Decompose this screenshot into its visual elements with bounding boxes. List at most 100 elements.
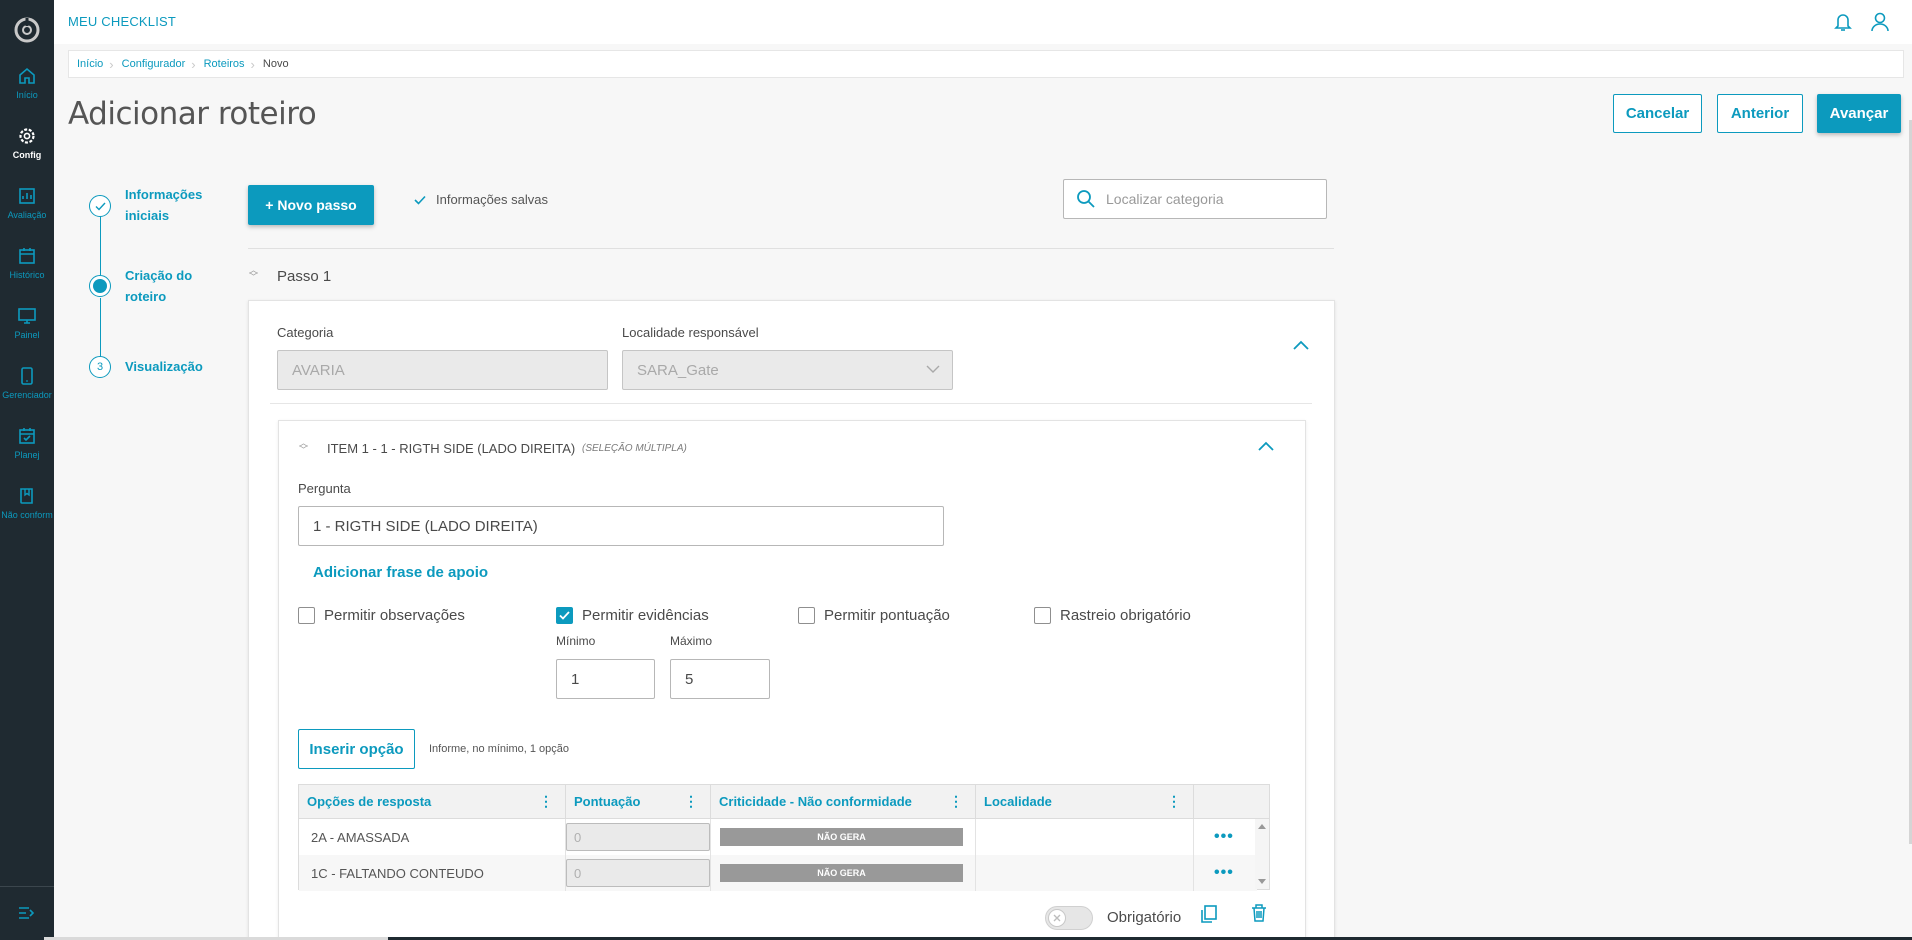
column-header-options[interactable]: Opções de resposta ⋮ <box>299 785 566 819</box>
chevron-down-icon <box>926 365 940 373</box>
divider <box>270 403 1312 404</box>
step-label-informacoes-iniciais[interactable]: Informações iniciais <box>125 184 215 226</box>
table-row: 2A - AMASSADA 0 NÃO GERA ••• <box>299 819 1257 855</box>
table-scrollbar[interactable] <box>1255 819 1269 889</box>
saved-status-text: Informações salvas <box>436 192 548 207</box>
column-menu-icon[interactable]: ⋮ <box>539 793 553 810</box>
monitor-icon <box>18 308 36 324</box>
search-icon <box>1077 190 1095 208</box>
column-header-criticality[interactable]: Criticidade - Não conformidade ⋮ <box>711 785 976 819</box>
checkbox-box[interactable] <box>298 607 315 624</box>
mandatory-tracking-checkbox[interactable]: Rastreio obrigatório <box>1034 607 1191 624</box>
insert-option-hint: Informe, no mínimo, 1 opção <box>429 743 570 755</box>
step-reorder-handle[interactable]: ︿ ﹀ <box>249 266 259 282</box>
score-input: 0 <box>566 823 710 851</box>
location-cell <box>976 855 1194 891</box>
sidebar-item-inicio[interactable]: Início <box>0 66 54 122</box>
close-icon <box>1053 914 1061 922</box>
checkbox-label: Permitir pontuação <box>824 607 950 624</box>
collapse-step-chevron-icon[interactable] <box>1293 340 1309 350</box>
checkbox-box[interactable] <box>556 607 573 624</box>
question-input[interactable]: 1 - RIGTH SIDE (LADO DIREITA) <box>298 506 944 546</box>
chevron-down-icon: ﹀ <box>299 445 309 455</box>
category-search[interactable] <box>1063 179 1327 219</box>
required-toggle[interactable] <box>1045 906 1093 930</box>
book-icon <box>20 488 33 504</box>
user-profile-icon[interactable] <box>1870 11 1890 33</box>
sidebar-item-label: Não conform <box>1 510 53 520</box>
checkbox-label: Permitir observações <box>324 607 465 624</box>
menu-collapse-icon[interactable] <box>17 905 37 921</box>
location-select: SARA_Gate <box>622 350 953 390</box>
breadcrumb-separator: › <box>109 56 114 72</box>
allow-evidence-checkbox[interactable]: Permitir evidências <box>556 607 709 624</box>
sidebar-item-label: Histórico <box>9 270 45 280</box>
column-menu-icon[interactable]: ⋮ <box>1167 793 1181 810</box>
stepper-line <box>100 216 101 275</box>
more-actions-icon[interactable]: ••• <box>1214 828 1234 846</box>
breadcrumb-roteiros[interactable]: Roteiros <box>204 58 245 70</box>
location-cell <box>976 819 1194 855</box>
collapse-item-chevron-icon[interactable] <box>1258 441 1274 451</box>
category-search-input[interactable] <box>1106 191 1306 207</box>
step-label-criacao-roteiro[interactable]: Criação do roteiro <box>125 265 215 307</box>
breadcrumb: Início › Configurador › Roteiros › Novo <box>68 50 1904 78</box>
more-actions-icon[interactable]: ••• <box>1214 864 1234 882</box>
score-cell: 0 <box>566 855 711 891</box>
row-actions-cell: ••• <box>1194 855 1257 891</box>
column-header-location[interactable]: Localidade ⋮ <box>976 785 1194 819</box>
answer-options-table: Opções de resposta ⋮ Pontuação ⋮ Critici… <box>298 784 1270 891</box>
duplicate-icon[interactable] <box>1200 904 1218 924</box>
sidebar-item-planej[interactable]: Planej <box>0 426 54 482</box>
min-input[interactable]: 1 <box>556 659 655 699</box>
checkbox-label: Permitir evidências <box>582 607 709 624</box>
add-support-phrase-link[interactable]: Adicionar frase de apoio <box>313 564 488 581</box>
column-header-score[interactable]: Pontuação ⋮ <box>566 785 711 819</box>
calendar-icon <box>19 248 35 264</box>
app-title: MEU CHECKLIST <box>68 14 177 29</box>
sidebar-item-historico[interactable]: Histórico <box>0 246 54 302</box>
location-select-value: SARA_Gate <box>637 361 719 379</box>
max-input[interactable]: 5 <box>670 659 770 699</box>
step-active-indicator[interactable] <box>89 275 111 297</box>
step-label-visualizacao[interactable]: Visualização <box>125 356 215 377</box>
divider <box>248 248 1334 249</box>
breadcrumb-inicio[interactable]: Início <box>77 58 103 70</box>
checkbox-box[interactable] <box>798 607 815 624</box>
cancel-button[interactable]: Cancelar <box>1613 94 1702 133</box>
new-step-button[interactable]: + Novo passo <box>248 185 374 225</box>
check-icon <box>95 202 106 211</box>
step-done-indicator[interactable] <box>89 195 111 217</box>
delete-trash-icon[interactable] <box>1250 903 1268 923</box>
notification-bell-icon[interactable] <box>1834 12 1852 32</box>
sidebar-item-config[interactable]: Config <box>0 126 54 182</box>
next-button[interactable]: Avançar <box>1817 94 1901 133</box>
insert-option-button[interactable]: Inserir opção <box>298 729 415 769</box>
breadcrumb-configurador[interactable]: Configurador <box>122 58 186 70</box>
sidebar-item-label: Planej <box>14 450 40 460</box>
step-title: Passo 1 <box>277 268 332 285</box>
max-label: Máximo <box>670 634 713 648</box>
allow-scoring-checkbox[interactable]: Permitir pontuação <box>798 607 950 624</box>
column-header-actions <box>1194 785 1269 819</box>
sidebar-item-nao-conform[interactable]: Não conform <box>0 486 54 542</box>
option-cell: 1C - FALTANDO CONTEUDO <box>299 855 566 891</box>
checkbox-box[interactable] <box>1034 607 1051 624</box>
chevron-down-icon: ﹀ <box>249 272 259 282</box>
allow-observations-checkbox[interactable]: Permitir observações <box>298 607 465 624</box>
previous-button[interactable]: Anterior <box>1717 94 1803 133</box>
sidebar-item-gerenciador[interactable]: Gerenciador <box>0 366 54 422</box>
report-icon <box>19 188 35 204</box>
column-menu-icon[interactable]: ⋮ <box>684 793 698 810</box>
score-cell: 0 <box>566 819 711 855</box>
step-number-indicator[interactable]: 3 <box>89 356 111 378</box>
sidebar-item-avaliacao[interactable]: Avaliação <box>0 186 54 242</box>
item-reorder-handle[interactable]: ︿ ﹀ <box>299 439 309 455</box>
scroll-down-icon[interactable] <box>1258 879 1266 885</box>
sidebar-item-painel[interactable]: Painel <box>0 306 54 362</box>
sidebar-item-label: Config <box>12 150 42 160</box>
column-menu-icon[interactable]: ⋮ <box>949 793 963 810</box>
sidebar-item-label: Painel <box>14 330 40 340</box>
scroll-up-icon[interactable] <box>1258 823 1266 829</box>
top-bar: MEU CHECKLIST <box>54 0 1912 44</box>
